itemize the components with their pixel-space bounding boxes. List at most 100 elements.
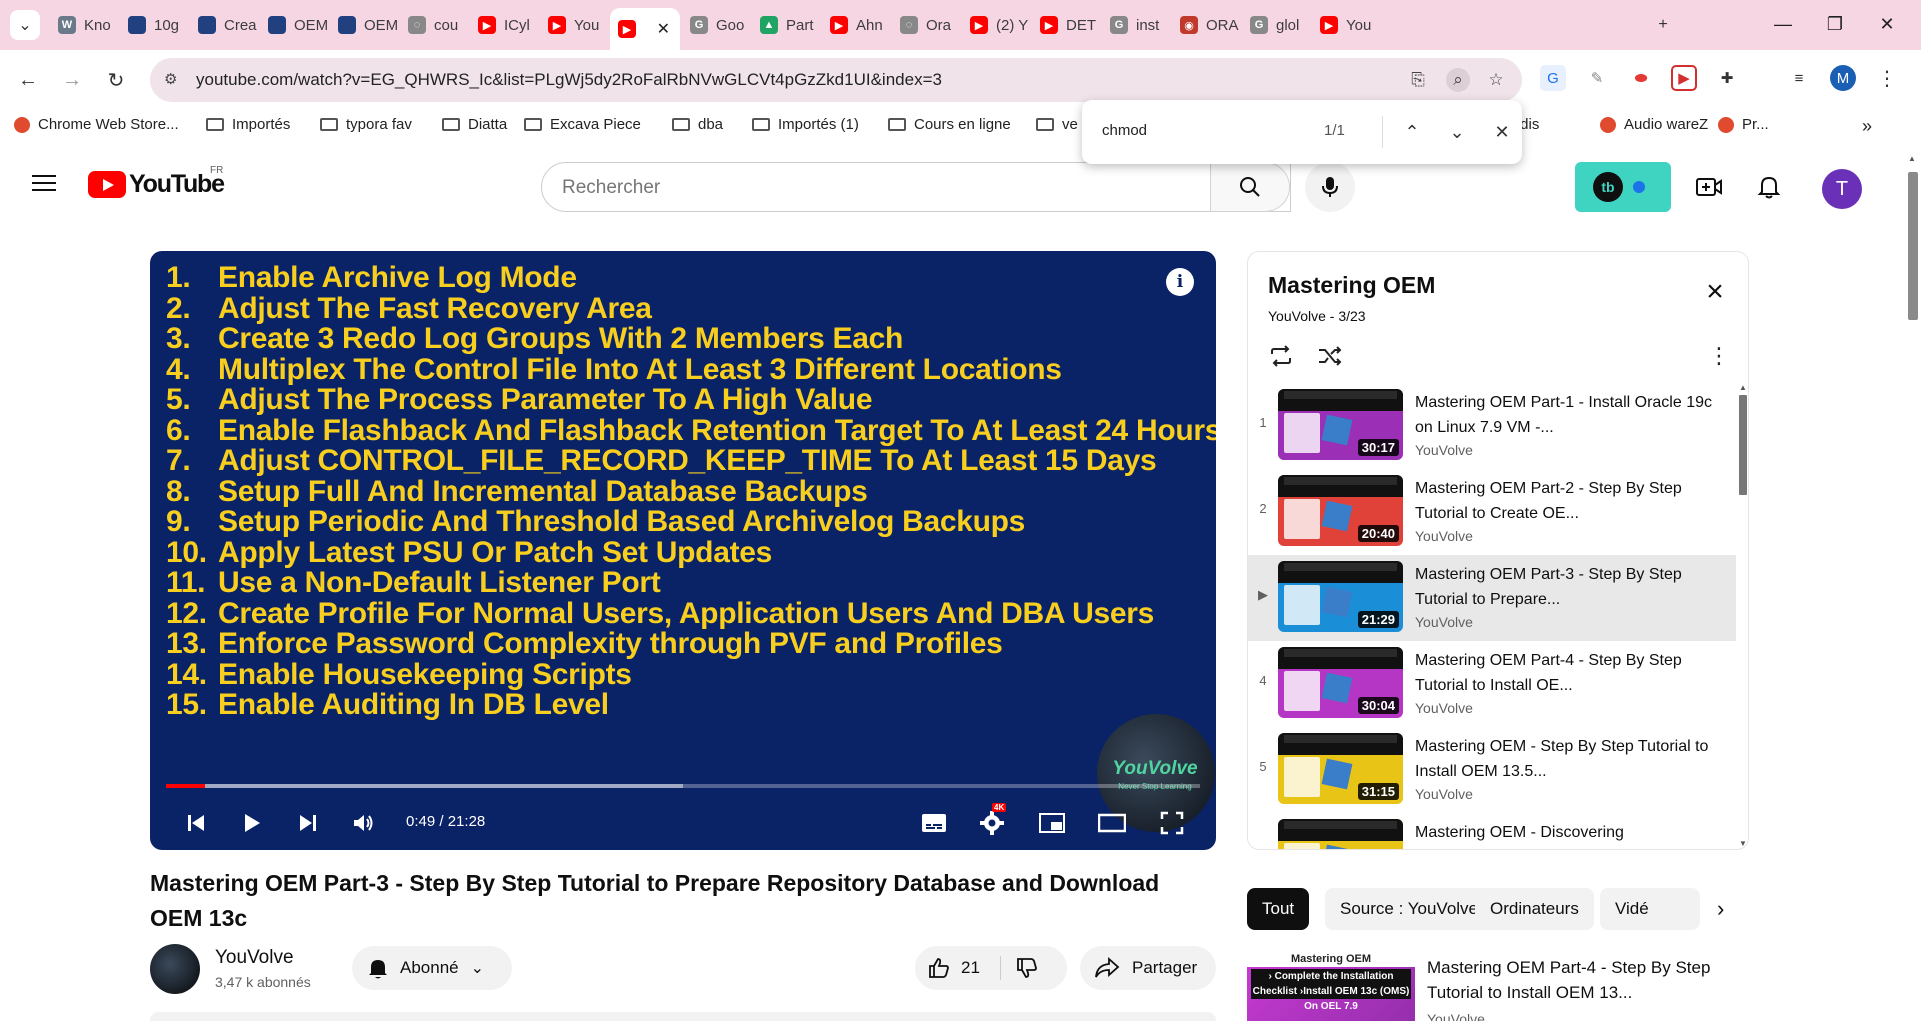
subscribe-button[interactable]: Abonné ⌄ — [352, 946, 512, 990]
chevron-right-icon[interactable]: › — [1717, 896, 1724, 922]
voice-search-button[interactable] — [1305, 162, 1355, 212]
tab-active[interactable]: ▶ ✕ — [610, 8, 680, 50]
bookmark-item[interactable]: Pr... — [1718, 116, 1769, 133]
bookmark-item[interactable]: dba — [672, 116, 723, 133]
filter-chip[interactable]: Source : YouVolve — [1325, 888, 1494, 930]
tab[interactable]: ◌ cou — [400, 8, 468, 42]
media-control-icon[interactable]: ≡ — [1786, 65, 1812, 91]
search-button[interactable] — [1210, 162, 1290, 212]
miniplayer-button[interactable] — [1034, 805, 1070, 841]
find-in-page-icon[interactable]: ⌕ — [1446, 68, 1470, 92]
tab[interactable]: Crea — [190, 8, 258, 42]
tab[interactable]: Ginst — [1102, 8, 1170, 42]
account-avatar[interactable]: T — [1822, 169, 1862, 209]
find-input[interactable]: chmod — [1102, 122, 1147, 139]
info-icon[interactable]: i — [1166, 268, 1194, 296]
playlist-item-current[interactable]: ▶ 21:29 Mastering OEM Part-3 - Step By Ste… — [1248, 555, 1736, 641]
find-next-button[interactable]: ⌄ — [1443, 118, 1471, 146]
bookmark-item[interactable]: typora fav — [320, 116, 412, 133]
scroll-down-icon[interactable]: ▼ — [1739, 839, 1747, 848]
bookmark-item[interactable]: Audio wareZ — [1600, 116, 1708, 133]
filter-chip[interactable]: Vidé — [1600, 888, 1700, 930]
subtitles-button[interactable] — [916, 805, 952, 841]
channel-avatar[interactable] — [150, 944, 200, 994]
playlist-thumbnail[interactable]: 31:15 — [1278, 733, 1403, 804]
youtube-logo[interactable]: YouTube FR — [88, 165, 225, 199]
tab[interactable]: ◌ Ora — [892, 8, 960, 42]
extension-red-icon[interactable]: ⬬ — [1628, 65, 1654, 91]
extension-play-icon[interactable]: ▶ — [1671, 65, 1697, 91]
bookmark-item[interactable]: ve — [1036, 116, 1078, 133]
scrollbar-thumb[interactable] — [1908, 172, 1918, 320]
playlist-thumbnail[interactable]: 21:29 — [1278, 561, 1403, 632]
play-button[interactable] — [234, 805, 270, 841]
channel-name[interactable]: YouVolve — [215, 947, 294, 969]
extension-badge[interactable]: tb — [1575, 162, 1671, 212]
theater-mode-button[interactable] — [1094, 805, 1130, 841]
bookmark-item[interactable]: Excava Piece — [524, 116, 641, 133]
site-info-icon[interactable]: ⚙ — [164, 70, 184, 90]
playlist-close-button[interactable]: × — [1700, 277, 1730, 310]
page-scrollbar[interactable]: ▲ — [1903, 142, 1921, 1021]
reload-button[interactable]: ↻ — [100, 64, 132, 96]
find-previous-button[interactable]: ⌃ — [1398, 118, 1426, 146]
shuffle-button[interactable] — [1314, 340, 1346, 372]
related-title[interactable]: Mastering OEM Part-4 - Step By Step Tuto… — [1427, 955, 1737, 1005]
tab[interactable]: ▲ Part — [752, 8, 820, 42]
tab[interactable]: ▶ (2) Y — [962, 8, 1030, 42]
create-button[interactable] — [1692, 170, 1726, 204]
like-button[interactable]: 21 — [927, 956, 980, 980]
more-bookmarks-icon[interactable]: » — [1862, 116, 1872, 137]
new-tab-button[interactable]: + — [1648, 10, 1678, 40]
playlist-item[interactable]: Mastering OEM - Discovering — [1248, 813, 1736, 849]
related-video[interactable]: Mastering OEM › Complete the Installatio… — [1247, 953, 1749, 1021]
progress-bar[interactable] — [166, 784, 1200, 788]
tab[interactable]: ▶ You — [540, 8, 608, 42]
tab[interactable]: W Kno — [50, 8, 118, 42]
extension-icon[interactable]: ✎ — [1584, 65, 1610, 91]
filter-chip[interactable]: Ordinateurs — [1475, 888, 1594, 930]
tab[interactable]: ▶ DET — [1032, 8, 1100, 42]
playlist-item-title[interactable]: Mastering OEM Part-2 - Step By Step Tuto… — [1415, 476, 1715, 526]
playlist-thumbnail[interactable] — [1278, 819, 1403, 849]
tab[interactable]: ▶ Ahn — [822, 8, 890, 42]
next-button[interactable] — [290, 805, 326, 841]
tab[interactable]: OEM — [260, 8, 328, 42]
bookmark-item[interactable]: Diatta — [442, 116, 507, 133]
filter-chip[interactable]: Tout — [1247, 888, 1310, 930]
tab[interactable]: ▶ You — [1312, 8, 1380, 42]
find-close-button[interactable]: ✕ — [1488, 118, 1516, 146]
playlist-item[interactable]: 4 30:04 Mastering OEM Part-4 - Step By Ste… — [1248, 641, 1736, 727]
scroll-up-icon[interactable]: ▲ — [1739, 383, 1747, 392]
tab[interactable]: OEM — [330, 8, 398, 42]
search-input[interactable]: Rechercher — [541, 162, 1291, 212]
playlist-item-title[interactable]: Mastering OEM Part-4 - Step By Step Tuto… — [1415, 648, 1715, 698]
share-button[interactable]: Partager — [1080, 946, 1216, 990]
translate-extension-icon[interactable]: G — [1540, 65, 1566, 91]
tab[interactable]: 10g — [120, 8, 188, 42]
playlist-title[interactable]: Mastering OEM — [1268, 272, 1435, 299]
bookmark-item[interactable]: Importés (1) — [752, 116, 859, 133]
playlist-thumbnail[interactable]: 30:17 — [1278, 389, 1403, 460]
bookmark-item[interactable]: Chrome Web Store... — [14, 116, 179, 133]
install-app-icon[interactable]: ⎘ — [1406, 68, 1430, 92]
playlist-item-title[interactable]: Mastering OEM - Step By Step Tutorial to… — [1415, 734, 1715, 784]
back-button[interactable]: ← — [12, 64, 44, 96]
previous-button[interactable] — [178, 805, 214, 841]
tab[interactable]: G Goo — [682, 8, 750, 42]
close-tab-icon[interactable]: ✕ — [657, 19, 670, 39]
playlist-scrollbar[interactable]: ▲ ▼ — [1736, 383, 1748, 849]
restore-button[interactable]: ❐ — [1812, 8, 1858, 40]
scrollbar-thumb[interactable] — [1739, 395, 1747, 495]
playlist-more-icon[interactable]: ⋮ — [1703, 340, 1735, 372]
menu-icon[interactable] — [30, 170, 58, 198]
playlist-item[interactable]: 2 20:40 Mastering OEM Part-2 - Step By Ste… — [1248, 469, 1736, 555]
bookmark-item[interactable]: Importés — [206, 116, 290, 133]
playlist-item[interactable]: 5 31:15 Mastering OEM - Step By Step Tutor… — [1248, 727, 1736, 813]
bookmark-star-icon[interactable]: ☆ — [1484, 68, 1508, 92]
loop-button[interactable] — [1265, 340, 1297, 372]
notifications-button[interactable] — [1752, 170, 1786, 204]
playlist-item-title[interactable]: Mastering OEM - Discovering — [1415, 820, 1715, 845]
dislike-button[interactable] — [1015, 956, 1039, 985]
playlist-item-title[interactable]: Mastering OEM Part-1 - Install Oracle 19… — [1415, 390, 1715, 440]
